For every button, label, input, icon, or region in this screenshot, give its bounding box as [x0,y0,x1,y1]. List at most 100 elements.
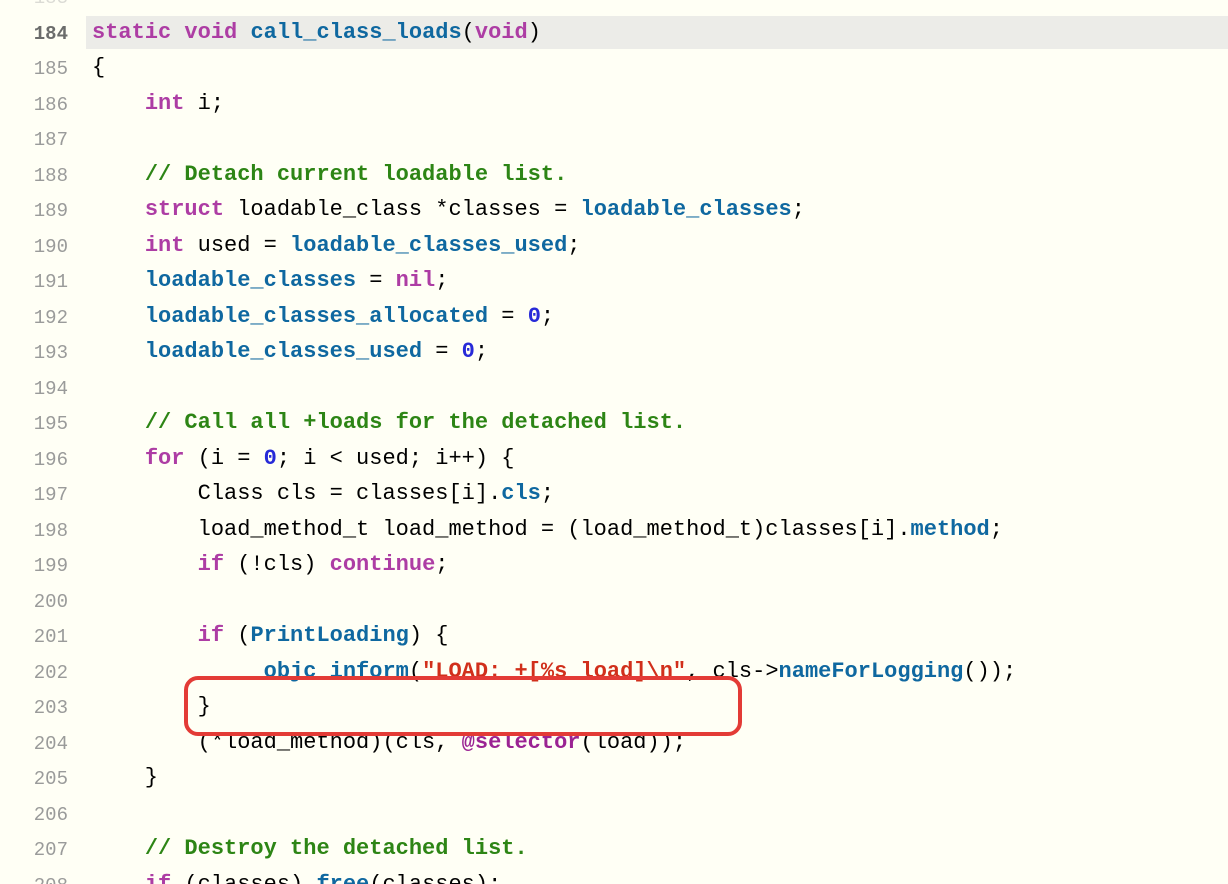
token [92,268,145,293]
line-number: 204 [0,726,86,762]
code-line[interactable]: 190 int used = loadable_classes_used; [0,229,1228,265]
line-number: 189 [0,193,86,229]
token: void [475,20,528,45]
code-content[interactable]: { [86,51,1228,85]
code-content[interactable]: int i; [86,87,1228,121]
token: ; [792,197,805,222]
token: // Detach current loadable list. [145,162,567,187]
token: _objc_inform [250,659,408,684]
code-line[interactable]: 185{ [0,51,1228,87]
code-line[interactable]: 207 // Destroy the detached list. [0,832,1228,868]
code-line[interactable]: 201 if (PrintLoading) { [0,619,1228,655]
code-line[interactable]: 193 loadable_classes_used = 0; [0,335,1228,371]
token: ( [224,623,250,648]
token [92,233,145,258]
token: loadable_classes [145,268,356,293]
token: ; i < used; i++) { [277,446,515,471]
token: nil [396,268,436,293]
code-content[interactable]: loadable_classes = nil; [86,264,1228,298]
token: if [198,623,224,648]
code-content[interactable]: // Destroy the detached list. [86,832,1228,866]
line-number: 208 [0,868,86,884]
code-content[interactable] [86,797,1228,831]
code-content[interactable]: if (!cls) continue; [86,548,1228,582]
code-line[interactable]: 205 } [0,761,1228,797]
line-number: 192 [0,300,86,336]
token: (classes) [171,872,316,884]
code-line[interactable]: 187 [0,122,1228,158]
code-line[interactable]: 195 // Call all +loads for the detached … [0,406,1228,442]
token: cls [501,481,541,506]
code-content[interactable]: Class cls = classes[i].cls; [86,477,1228,511]
code-content[interactable]: for (i = 0; i < used; i++) { [86,442,1228,476]
code-line[interactable]: 188 // Detach current loadable list. [0,158,1228,194]
code-content[interactable]: int used = loadable_classes_used; [86,229,1228,263]
token: ; [541,481,554,506]
code-content[interactable]: // Call all +loads for the detached list… [86,406,1228,440]
code-content[interactable] [86,371,1228,405]
code-line[interactable]: 204 (*load_method)(cls, @selector(load))… [0,726,1228,762]
token: = [422,339,462,364]
code-line[interactable]: 191 loadable_classes = nil; [0,264,1228,300]
token: ) { [409,623,449,648]
token [92,446,145,471]
code-content[interactable]: _objc_inform("LOAD: +[%s load]\n", cls->… [86,655,1228,689]
code-line[interactable]: 192 loadable_classes_allocated = 0; [0,300,1228,336]
code-content[interactable]: load_method_t load_method = (load_method… [86,513,1228,547]
token: free [316,872,369,884]
line-number: 207 [0,832,86,868]
token: Class cls = classes[i]. [92,481,501,506]
code-content[interactable]: loadable_classes_allocated = 0; [86,300,1228,334]
token [237,20,250,45]
line-number: 184 [0,16,86,52]
code-line[interactable]: 203 } [0,690,1228,726]
token: loadable_class *classes = [224,197,580,222]
code-line[interactable]: 196 for (i = 0; i < used; i++) { [0,442,1228,478]
code-line[interactable]: 183 [0,0,1228,16]
code-line[interactable]: 186 int i; [0,87,1228,123]
code-content[interactable]: (*load_method)(cls, @selector(load)); [86,726,1228,760]
code-content[interactable]: } [86,761,1228,795]
code-line[interactable]: 198 load_method_t load_method = (load_me… [0,513,1228,549]
token: for [145,446,185,471]
code-content[interactable]: if (PrintLoading) { [86,619,1228,653]
token [171,20,184,45]
code-content[interactable]: // Detach current loadable list. [86,158,1228,192]
token: (*load_method)(cls, [92,730,462,755]
line-number: 202 [0,655,86,691]
code-content[interactable]: } [86,690,1228,724]
code-line[interactable]: 184static void call_class_loads(void) [0,16,1228,52]
code-content[interactable] [86,584,1228,618]
code-line[interactable]: 206 [0,797,1228,833]
code-line[interactable]: 194 [0,371,1228,407]
code-content[interactable]: if (classes) free(classes); [86,868,1228,884]
token: call_class_loads [250,20,461,45]
code-content[interactable]: struct loadable_class *classes = loadabl… [86,193,1228,227]
token: (i = [184,446,263,471]
token: if [145,872,171,884]
token: nameForLogging [779,659,964,684]
token: } [92,694,211,719]
code-content[interactable] [86,122,1228,156]
code-line[interactable]: 202 _objc_inform("LOAD: +[%s load]\n", c… [0,655,1228,691]
token: int [145,233,185,258]
code-line[interactable]: 199 if (!cls) continue; [0,548,1228,584]
code-content[interactable]: loadable_classes_used = 0; [86,335,1228,369]
code-line[interactable]: 197 Class cls = classes[i].cls; [0,477,1228,513]
token: ; [990,517,1003,542]
token: ; [567,233,580,258]
token: @selector [462,730,581,755]
code-content[interactable]: static void call_class_loads(void) [86,16,1228,50]
code-editor[interactable]: 183 184static void call_class_loads(void… [0,0,1228,884]
token: { [92,55,105,80]
token: "LOAD: +[%s load]\n" [422,659,686,684]
token: ()); [963,659,1016,684]
code-content[interactable] [86,0,1228,14]
code-line[interactable]: 208 if (classes) free(classes); [0,868,1228,884]
code-line[interactable]: 200 [0,584,1228,620]
code-line[interactable]: 189 struct loadable_class *classes = loa… [0,193,1228,229]
token: if [198,552,224,577]
token: ; [475,339,488,364]
token: ) [528,20,541,45]
line-number: 188 [0,158,86,194]
